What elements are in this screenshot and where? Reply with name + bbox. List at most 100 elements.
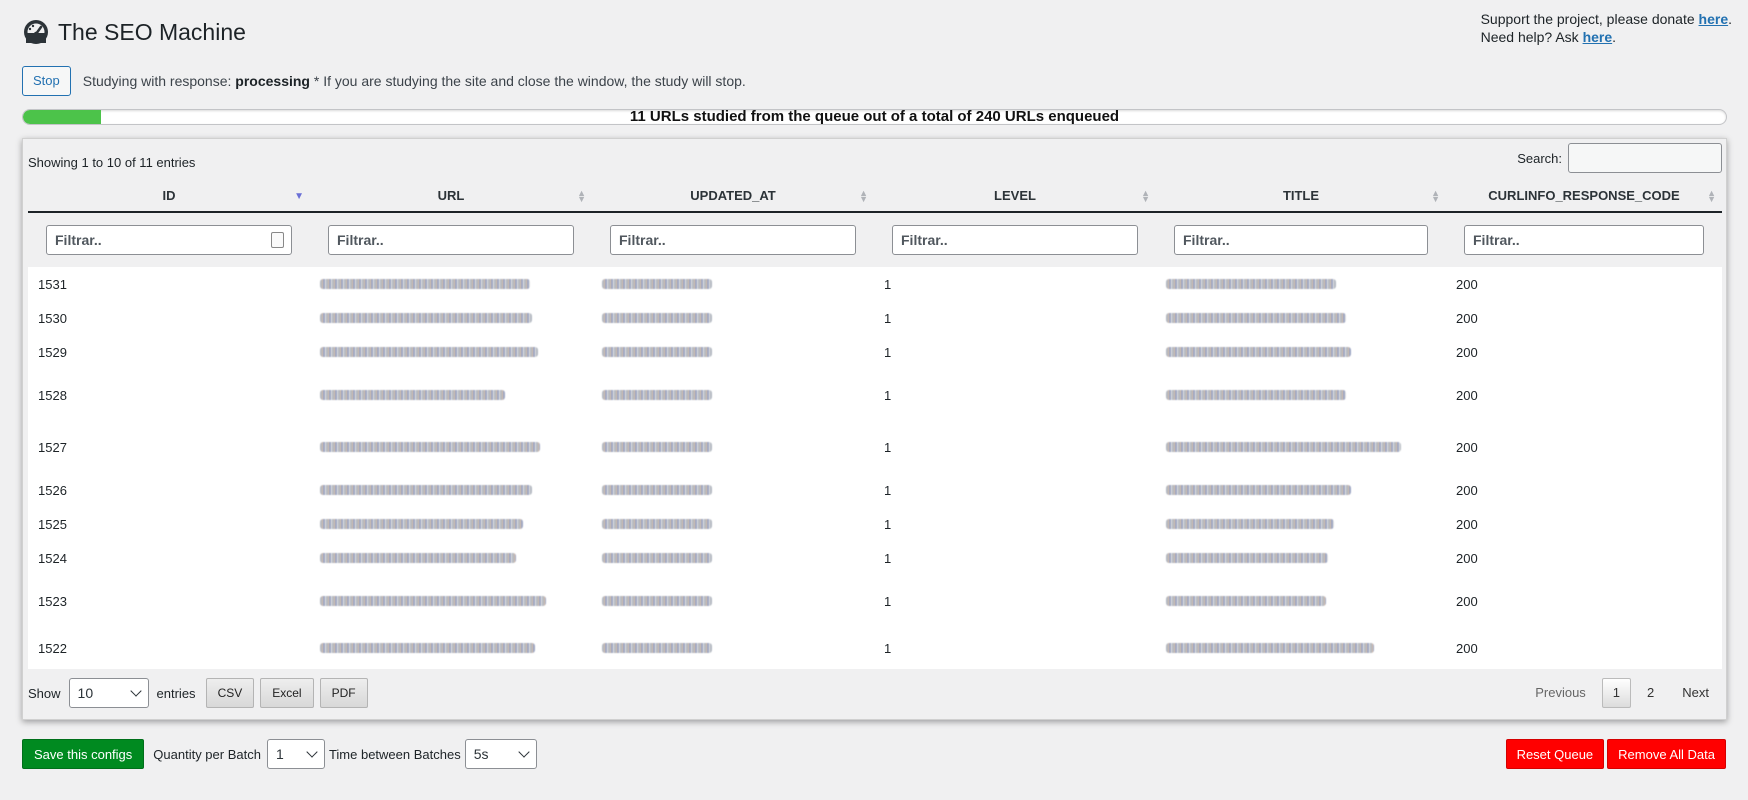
cell-level: 1 (884, 640, 892, 656)
filter-row (28, 212, 1722, 267)
filter-cell (1446, 212, 1722, 267)
filter-input-id[interactable] (46, 225, 292, 255)
table-row[interactable]: 1522 1 200 (28, 627, 1722, 669)
column-header-title[interactable]: TITLE ▲ ▼ (1156, 179, 1446, 213)
chevron-down-icon (518, 746, 530, 758)
time-value: 5s (473, 746, 489, 762)
redacted-content (602, 642, 712, 653)
redacted-content (1166, 346, 1351, 357)
reset-queue-button[interactable]: Reset Queue (1505, 739, 1605, 769)
page-length-select[interactable]: 10 (68, 678, 149, 708)
donate-link[interactable]: here (1699, 11, 1729, 27)
redacted-content (1166, 484, 1351, 495)
cell-level: 1 (884, 516, 892, 532)
column-header-updated-at[interactable]: UPDATED_AT ▲ ▼ (592, 179, 874, 213)
pagination: Previous 1 2 Next (1523, 678, 1721, 708)
table-row[interactable]: 1528 1 200 (28, 369, 1722, 421)
cell-id: 1527 (38, 439, 67, 455)
table-row[interactable]: 1530 1 200 (28, 301, 1722, 335)
redacted-content (1166, 312, 1346, 323)
filter-input-title[interactable] (1174, 225, 1428, 255)
table-row[interactable]: 1531 1 200 (28, 267, 1722, 301)
sort-both-icon: ▲ ▼ (1707, 188, 1716, 204)
cell-response-code: 200 (1456, 310, 1478, 326)
redacted-content (602, 484, 712, 495)
redacted-content (1166, 441, 1401, 452)
cell-title (1156, 369, 1446, 421)
filter-input-level[interactable] (892, 225, 1138, 255)
save-configs-button[interactable]: Save this configs (22, 739, 145, 769)
config-footer: Save this configs Quantity per Batch 1 T… (22, 739, 1726, 769)
cell-level: 1 (884, 344, 892, 360)
column-label: TITLE (1282, 187, 1320, 203)
cell-url (310, 541, 592, 575)
export-csv-button[interactable]: CSV (205, 678, 255, 708)
cell-url (310, 369, 592, 421)
export-pdf-button[interactable]: PDF (319, 678, 368, 708)
cell-url (310, 335, 592, 369)
page-button-1[interactable]: 1 (1601, 678, 1632, 708)
column-header-response-code[interactable]: CURLINFO_RESPONSE_CODE ▲ ▼ (1446, 179, 1722, 213)
next-page-button[interactable]: Next (1670, 678, 1721, 708)
redacted-content (320, 552, 516, 563)
previous-page-button[interactable]: Previous (1523, 678, 1598, 708)
time-between-batches-select[interactable]: 5s (464, 739, 537, 769)
redacted-content (602, 595, 712, 606)
table-search: Search: (1517, 143, 1722, 173)
redacted-content (602, 441, 712, 452)
table-row[interactable]: 1527 1 200 (28, 421, 1722, 473)
cell-url (310, 575, 592, 627)
filter-input-response-code[interactable] (1464, 225, 1704, 255)
table-row[interactable]: 1523 1 200 (28, 575, 1722, 627)
column-header-url[interactable]: URL ▲ ▼ (310, 179, 592, 213)
cell-response-code: 200 (1456, 439, 1478, 455)
cell-updated-at (592, 507, 874, 541)
cell-response-code: 200 (1456, 344, 1478, 360)
export-excel-button[interactable]: Excel (260, 678, 314, 708)
column-header-level[interactable]: LEVEL ▲ ▼ (874, 179, 1156, 213)
redacted-content (602, 312, 712, 323)
filter-cell (874, 212, 1156, 267)
quantity-per-batch-select[interactable]: 1 (266, 739, 325, 769)
help-text: Need help? Ask (1480, 29, 1583, 45)
quantity-value: 1 (275, 746, 284, 762)
table-row[interactable]: 1524 1 200 (28, 541, 1722, 575)
help-link[interactable]: here (1583, 29, 1613, 45)
table-row[interactable]: 1526 1 200 (28, 473, 1722, 507)
redacted-content (1166, 642, 1374, 653)
autofill-icon (271, 232, 284, 248)
column-label: URL (437, 187, 465, 203)
cell-url (310, 267, 592, 301)
cell-level: 1 (884, 593, 892, 609)
cell-id: 1522 (38, 640, 67, 656)
cell-response-code: 200 (1456, 387, 1478, 403)
column-label: ID (162, 187, 176, 203)
entries-label: entries (156, 685, 196, 701)
page-button-2[interactable]: 2 (1635, 678, 1666, 708)
results-table-panel: Showing 1 to 10 of 11 entries Search: ID… (22, 138, 1727, 720)
column-header-id[interactable]: ID ▼ (28, 179, 310, 213)
filter-input-updated-at[interactable] (610, 225, 856, 255)
redacted-content (320, 441, 540, 452)
stop-button[interactable]: Stop (22, 66, 71, 96)
cell-id: 1525 (38, 516, 67, 532)
page-title: The SEO Machine (58, 18, 246, 45)
cell-updated-at (592, 473, 874, 507)
remove-all-data-button[interactable]: Remove All Data (1607, 739, 1726, 769)
redacted-content (320, 312, 532, 323)
chevron-down-icon (129, 685, 142, 697)
table-row[interactable]: 1529 1 200 (28, 335, 1722, 369)
search-input[interactable] (1568, 143, 1722, 173)
cell-title (1156, 267, 1446, 301)
column-label: CURLINFO_RESPONSE_CODE (1488, 187, 1680, 203)
cell-url (310, 473, 592, 507)
search-label: Search: (1517, 150, 1562, 166)
cell-title (1156, 507, 1446, 541)
cell-title (1156, 301, 1446, 335)
redacted-content (602, 389, 712, 400)
status-note: * If you are studying the site and close… (309, 73, 746, 89)
cell-url (310, 627, 592, 669)
table-row[interactable]: 1525 1 200 (28, 507, 1722, 541)
filter-input-url[interactable] (328, 225, 574, 255)
cell-level: 1 (884, 482, 892, 498)
